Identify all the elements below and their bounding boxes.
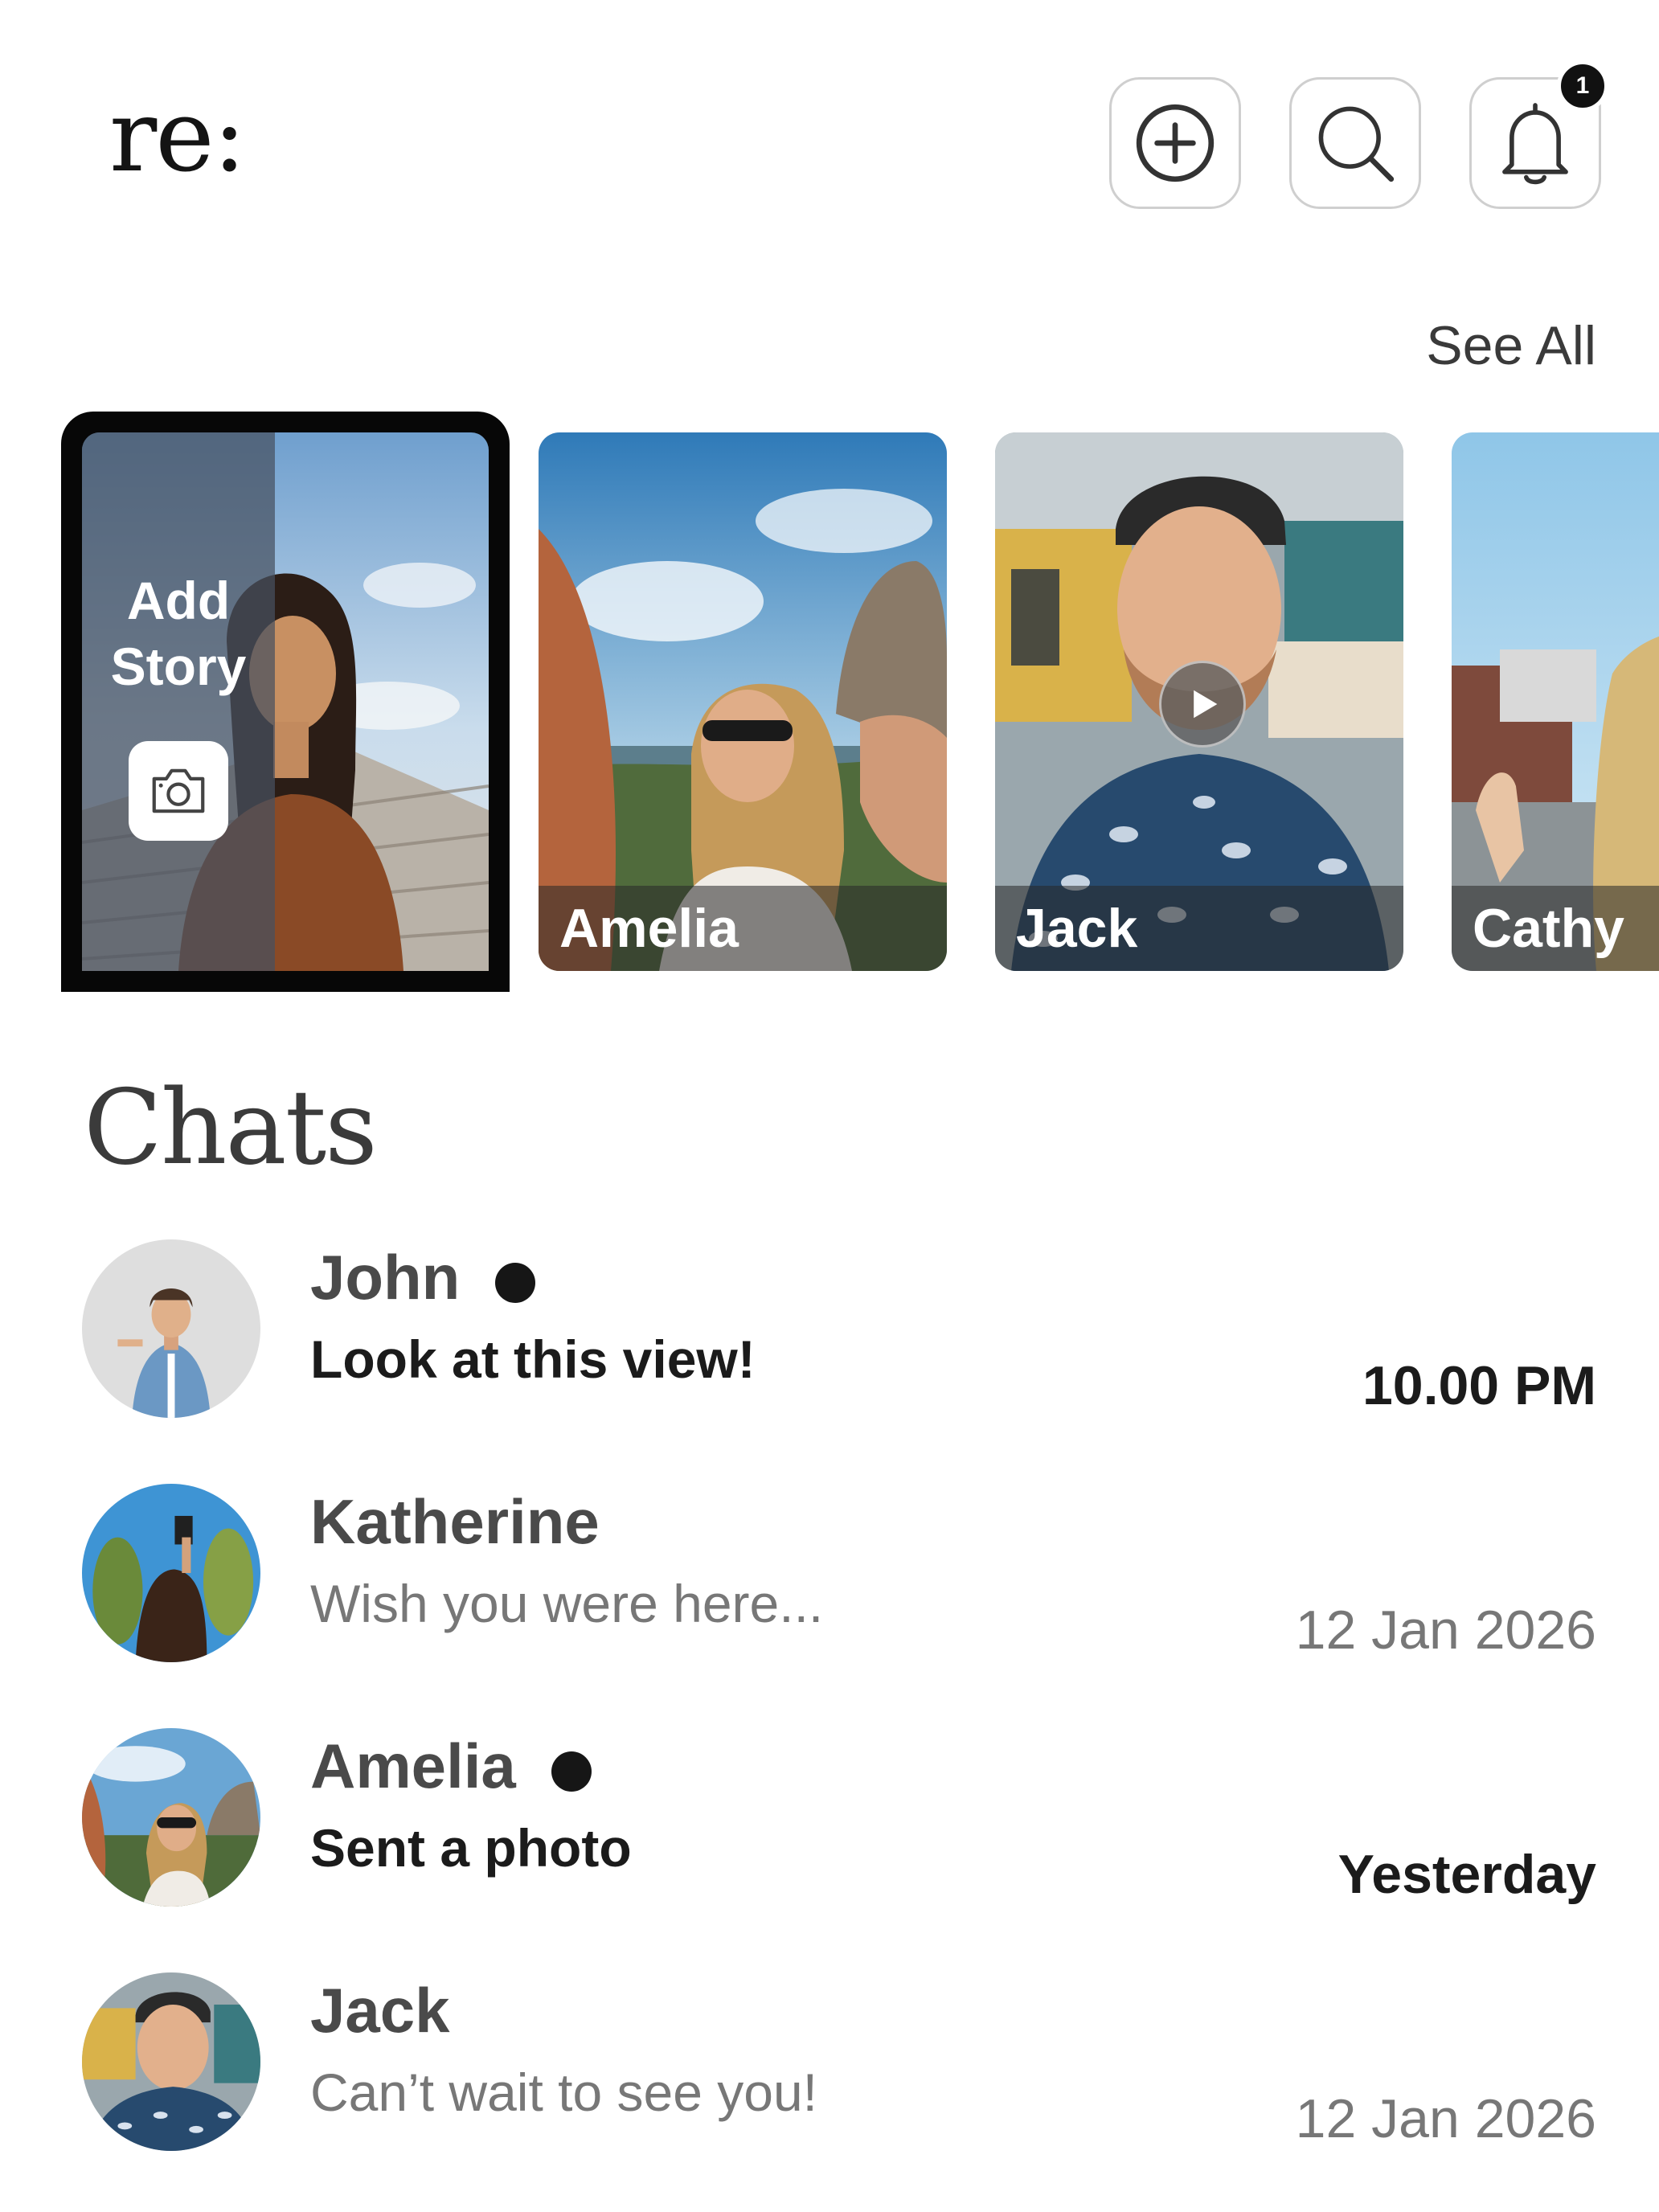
play-story-button[interactable] — [1159, 661, 1246, 748]
chat-contact-name: Jack — [310, 1979, 450, 2042]
add-story-card[interactable]: Add Story — [61, 412, 510, 992]
see-all-stories-link[interactable]: See All — [1426, 318, 1596, 373]
chat-row-john[interactable]: John Look at this view! 10.00 PM — [0, 1239, 1659, 1432]
add-story-label: Add Story — [82, 567, 275, 699]
plus-circle-icon — [1136, 104, 1215, 182]
story-card-amelia[interactable]: Amelia — [539, 432, 947, 971]
chat-last-message: Look at this view! — [310, 1329, 756, 1389]
bell-icon — [1502, 103, 1568, 185]
unread-indicator — [495, 1263, 536, 1303]
story-card-cathy[interactable]: Cathy — [1452, 432, 1659, 971]
contact-name-text: Jack — [310, 1975, 450, 2046]
chat-timestamp: 12 Jan 2026 — [1295, 1600, 1596, 1661]
chat-row-katherine[interactable]: Katherine Wish you were here... 12 Jan 2… — [0, 1484, 1659, 1677]
camera-button[interactable] — [129, 741, 228, 841]
new-chat-button[interactable] — [1109, 77, 1241, 209]
chat-last-message: Can’t wait to see you! — [310, 2062, 817, 2122]
contact-name-text: Amelia — [310, 1731, 516, 1801]
contact-name-text: John — [310, 1242, 461, 1313]
avatar-image — [82, 1728, 260, 1907]
avatar-image — [82, 1239, 260, 1418]
chat-home-screen: re: 1 See All Add Story Amelia Jack Cath… — [0, 0, 1659, 2212]
story-card-jack[interactable]: Jack — [995, 432, 1403, 971]
avatar — [82, 1239, 260, 1418]
chat-row-jack[interactable]: Jack Can’t wait to see you! 12 Jan 2026 — [0, 1972, 1659, 2165]
add-story-overlay — [82, 432, 275, 971]
avatar-image — [82, 1484, 260, 1662]
story-name: Jack — [995, 886, 1403, 971]
search-icon — [1318, 106, 1395, 182]
chat-last-message: Wish you were here... — [310, 1574, 824, 1633]
unread-indicator — [551, 1751, 592, 1792]
chat-timestamp: 10.00 PM — [1362, 1355, 1596, 1416]
avatar-image — [82, 1972, 260, 2151]
play-icon — [1194, 690, 1218, 719]
chats-section-title: Chats — [84, 1068, 378, 1188]
chat-timestamp: 12 Jan 2026 — [1295, 2088, 1596, 2149]
story-name: Amelia — [539, 886, 947, 971]
chat-row-amelia[interactable]: Amelia Sent a photo Yesterday — [0, 1728, 1659, 1921]
chat-contact-name: Katherine — [310, 1490, 600, 1553]
notification-badge: 1 — [1557, 60, 1608, 112]
contact-name-text: Katherine — [310, 1486, 600, 1557]
avatar — [82, 1484, 260, 1662]
chat-last-message: Sent a photo — [310, 1818, 632, 1878]
add-story-label-line1: Add — [126, 571, 231, 630]
avatar — [82, 1972, 260, 2151]
notifications-button[interactable]: 1 — [1469, 60, 1608, 209]
avatar — [82, 1728, 260, 1907]
camera-icon — [152, 768, 205, 813]
chat-contact-name: Amelia — [310, 1735, 592, 1797]
search-button[interactable] — [1289, 77, 1421, 209]
story-name: Cathy — [1452, 886, 1659, 971]
add-story-label-line2: Story — [110, 637, 247, 696]
chat-contact-name: John — [310, 1242, 536, 1313]
app-logo: re: — [109, 79, 246, 195]
chat-timestamp: Yesterday — [1337, 1844, 1596, 1905]
